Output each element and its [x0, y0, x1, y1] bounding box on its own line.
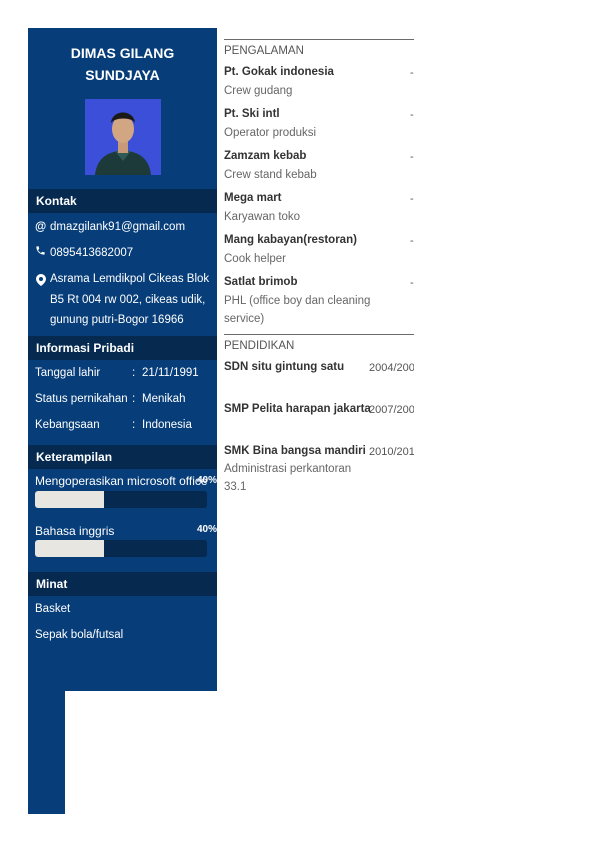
job-title: Zamzam kebab [224, 150, 307, 162]
job-dash: - [410, 277, 414, 289]
contact-heading: Kontak [28, 189, 217, 213]
job-dash: - [410, 235, 414, 247]
interests-heading: Minat [28, 572, 217, 596]
birth-date-value: 21/11/1991 [142, 367, 199, 379]
skill-progress-bar [35, 540, 207, 557]
job-description: Crew stand kebab [224, 169, 317, 181]
main-content: PENGALAMAN Pt. Gokak indonesia - Crew gu… [224, 28, 414, 528]
phone-text: 0895413682007 [50, 247, 134, 259]
job-description: Cook helper [224, 253, 287, 265]
phone-icon [35, 243, 47, 263]
profile-name-line1: DIMAS GILANG [70, 45, 175, 61]
personal-info-heading: Informasi Pribadi [28, 336, 217, 360]
job-title: Satlat brimob [224, 276, 298, 288]
skill-progress-bar [35, 491, 207, 508]
school-name: SMK Bina bangsa mandiri [224, 445, 366, 457]
job-title: Mang kabayan(restoran) [224, 234, 357, 246]
marital-status-colon: : [132, 393, 136, 405]
job-title: Pt. Gokak indonesia [224, 66, 334, 78]
job-dash: - [410, 109, 414, 121]
skill-percent: 40% [197, 475, 218, 486]
location-pin-icon [36, 273, 46, 291]
education-divider [224, 334, 414, 335]
skill-progress-fill [35, 540, 104, 557]
job-title: Mega mart [224, 192, 282, 204]
at-sign-icon: @ [35, 221, 47, 233]
job-title: Pt. Ski intl [224, 108, 280, 120]
skill-percent: 40% [197, 524, 218, 535]
school-years: 2010/2011 [369, 446, 414, 458]
job-description: Crew gudang [224, 85, 293, 97]
email-row: @ dmazgilank91@gmail.com [35, 217, 185, 237]
job-description: Karyawan toko [224, 211, 301, 223]
address-text: Asrama Lemdikpol Cikeas Blok B5 Rt 004 r… [50, 273, 210, 326]
marital-status-value: Menikah [142, 393, 186, 405]
interest-item: Basket [35, 603, 71, 615]
school-years: 2004/2005 [369, 362, 414, 374]
profile-photo [85, 99, 161, 175]
person-photo-icon [85, 99, 161, 175]
skills-heading: Keterampilan [28, 445, 217, 469]
phone-row: 0895413682007 [35, 243, 133, 263]
profile-name-line2: SUNDJAYA [85, 67, 160, 83]
sidebar: DIMAS GILANG SUNDJAYA Kontak @ dmazgilank… [28, 28, 217, 691]
job-dash: - [410, 193, 414, 205]
sidebar-tail [28, 691, 65, 814]
experience-heading: PENGALAMAN [224, 45, 304, 57]
job-description: Operator produksi [224, 127, 317, 139]
job-dash: - [410, 67, 414, 79]
education-heading: PENDIDIKAN [224, 340, 295, 352]
birth-date-label: Tanggal lahir [35, 367, 101, 379]
profile-name: DIMAS GILANG SUNDJAYA [28, 42, 217, 86]
school-name: SMP Pelita harapan jakarta [224, 403, 371, 415]
nationality-value: Indonesia [142, 419, 192, 431]
birth-date-colon: : [132, 367, 136, 379]
experience-divider [224, 39, 414, 40]
school-major: Administrasi perkantoran 33.1 [224, 463, 352, 493]
school-years: 2007/2008 [369, 404, 414, 416]
email-text: dmazgilank91@gmail.com [50, 221, 186, 233]
job-dash: - [410, 151, 414, 163]
interest-item: Sepak bola/futsal [35, 629, 124, 641]
skill-name: Bahasa inggris [35, 524, 115, 538]
skill-progress-fill [35, 491, 104, 508]
nationality-label: Kebangsaan [35, 419, 100, 431]
skill-name: Mengoperasikan microsoft office [35, 474, 208, 488]
school-name: SDN situ gintung satu [224, 361, 345, 373]
job-description: PHL (office boy dan cleaning service) [224, 295, 371, 325]
nationality-colon: : [132, 419, 136, 431]
marital-status-label: Status pernikahan [35, 393, 128, 405]
